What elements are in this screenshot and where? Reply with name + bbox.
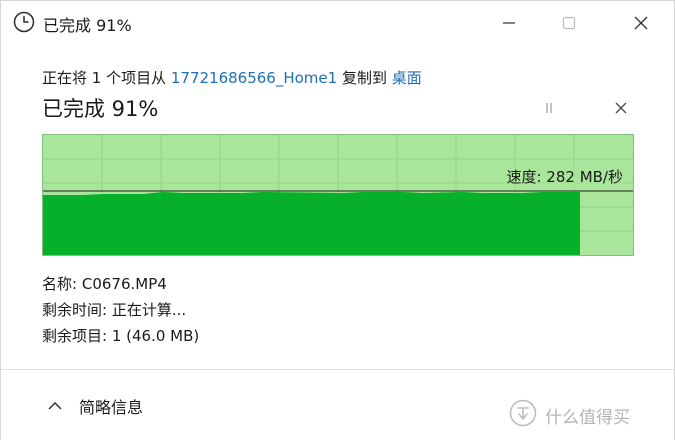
file-name-row: 名称: C0676.MP4: [42, 271, 199, 297]
destination-link[interactable]: 桌面: [392, 69, 422, 87]
operation-description: 正在将 1 个项目从 17721686566_Home1 复制到 桌面: [42, 67, 422, 88]
clock-icon: [13, 11, 35, 33]
time-remaining-row: 剩余时间: 正在计算...: [42, 297, 199, 323]
transfer-details: 名称: C0676.MP4 剩余时间: 正在计算... 剩余项目: 1 (46.…: [42, 271, 199, 349]
file-name-label: 名称:: [42, 275, 78, 293]
maximize-icon: [562, 16, 576, 30]
source-link[interactable]: 17721686566_Home1: [171, 69, 337, 87]
cancel-button[interactable]: [609, 99, 633, 119]
minimize-button[interactable]: [479, 1, 539, 45]
fewer-details-label: 简略信息: [79, 398, 144, 417]
fewer-details-toggle[interactable]: 简略信息: [45, 394, 143, 418]
minimize-icon: [502, 16, 516, 30]
dialog-content: 正在将 1 个项目从 17721686566_Home1 复制到 桌面 已完成 …: [1, 45, 674, 369]
file-name-value: C0676.MP4: [81, 275, 167, 293]
speed-graph-svg: [43, 135, 633, 255]
cancel-icon: [614, 100, 628, 119]
items-remaining-row: 剩余项目: 1 (46.0 MB): [42, 323, 199, 349]
speed-graph: 速度: 282 MB/秒: [42, 134, 634, 256]
close-button[interactable]: [611, 1, 671, 45]
items-remaining-label: 剩余项目:: [42, 327, 108, 345]
operation-middle: 复制到: [337, 69, 392, 87]
smzdm-logo-icon: [509, 399, 537, 431]
watermark-text: 什么值得买: [545, 407, 630, 428]
items-remaining-value: 1 (46.0 MB): [111, 327, 200, 345]
watermark: 什么值得买: [509, 399, 630, 431]
progress-title: 已完成 91%: [42, 97, 159, 121]
close-icon: [633, 15, 649, 31]
copy-progress-dialog: 已完成 91% 正在将 1 个项目从 17721686566_Home1 复制到…: [0, 0, 675, 440]
maximize-button[interactable]: [539, 1, 599, 45]
title-bar: 已完成 91%: [1, 1, 674, 45]
time-remaining-value: 正在计算...: [111, 301, 187, 319]
pause-icon: [542, 100, 556, 119]
speed-label: 速度: 282 MB/秒: [504, 166, 625, 187]
window-title: 已完成 91%: [43, 16, 132, 35]
pause-button[interactable]: [537, 99, 561, 119]
speed-history-area: [43, 192, 580, 255]
time-remaining-label: 剩余时间:: [42, 301, 108, 319]
operation-prefix: 正在将 1 个项目从: [42, 69, 171, 87]
chevron-up-icon: [45, 396, 65, 416]
